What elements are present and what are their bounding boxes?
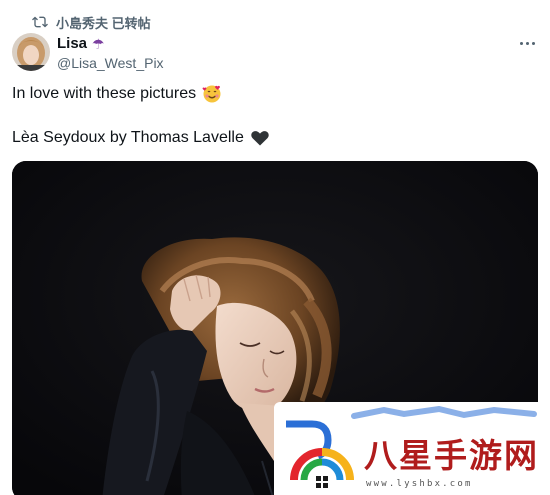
umbrella-icon: ☂ — [92, 35, 105, 52]
retweet-icon — [32, 16, 48, 28]
more-button[interactable] — [516, 34, 538, 52]
watermark-title: 八星手游网 — [364, 436, 539, 475]
black-heart-icon — [251, 131, 269, 146]
tweet-text: In love with these pictures — [12, 85, 197, 102]
tweet-text: Lèa Seydoux by Thomas Lavelle — [12, 129, 244, 146]
smiling-face-with-hearts-icon — [202, 85, 221, 103]
retweet-indicator[interactable]: 小島秀夫 已转帖 — [32, 12, 151, 32]
avatar[interactable] — [12, 33, 50, 71]
author-block: Lisa ☂ @Lisa_West_Pix — [57, 34, 164, 71]
watermark-url: www.lyshbx.com — [366, 479, 473, 489]
author-handle[interactable]: @Lisa_West_Pix — [57, 55, 164, 71]
watermark-streak — [351, 406, 537, 419]
tweet-text-line-2: Lèa Seydoux by Thomas Lavelle — [12, 128, 270, 148]
author-name[interactable]: Lisa — [57, 35, 87, 52]
site-logo-icon — [286, 420, 354, 488]
watermark: 八星手游网 www.lyshbx.com — [274, 402, 550, 495]
more-icon — [519, 41, 523, 45]
retweet-text: 小島秀夫 已转帖 — [56, 15, 151, 31]
tweet-text-line-1: In love with these pictures — [12, 84, 222, 104]
